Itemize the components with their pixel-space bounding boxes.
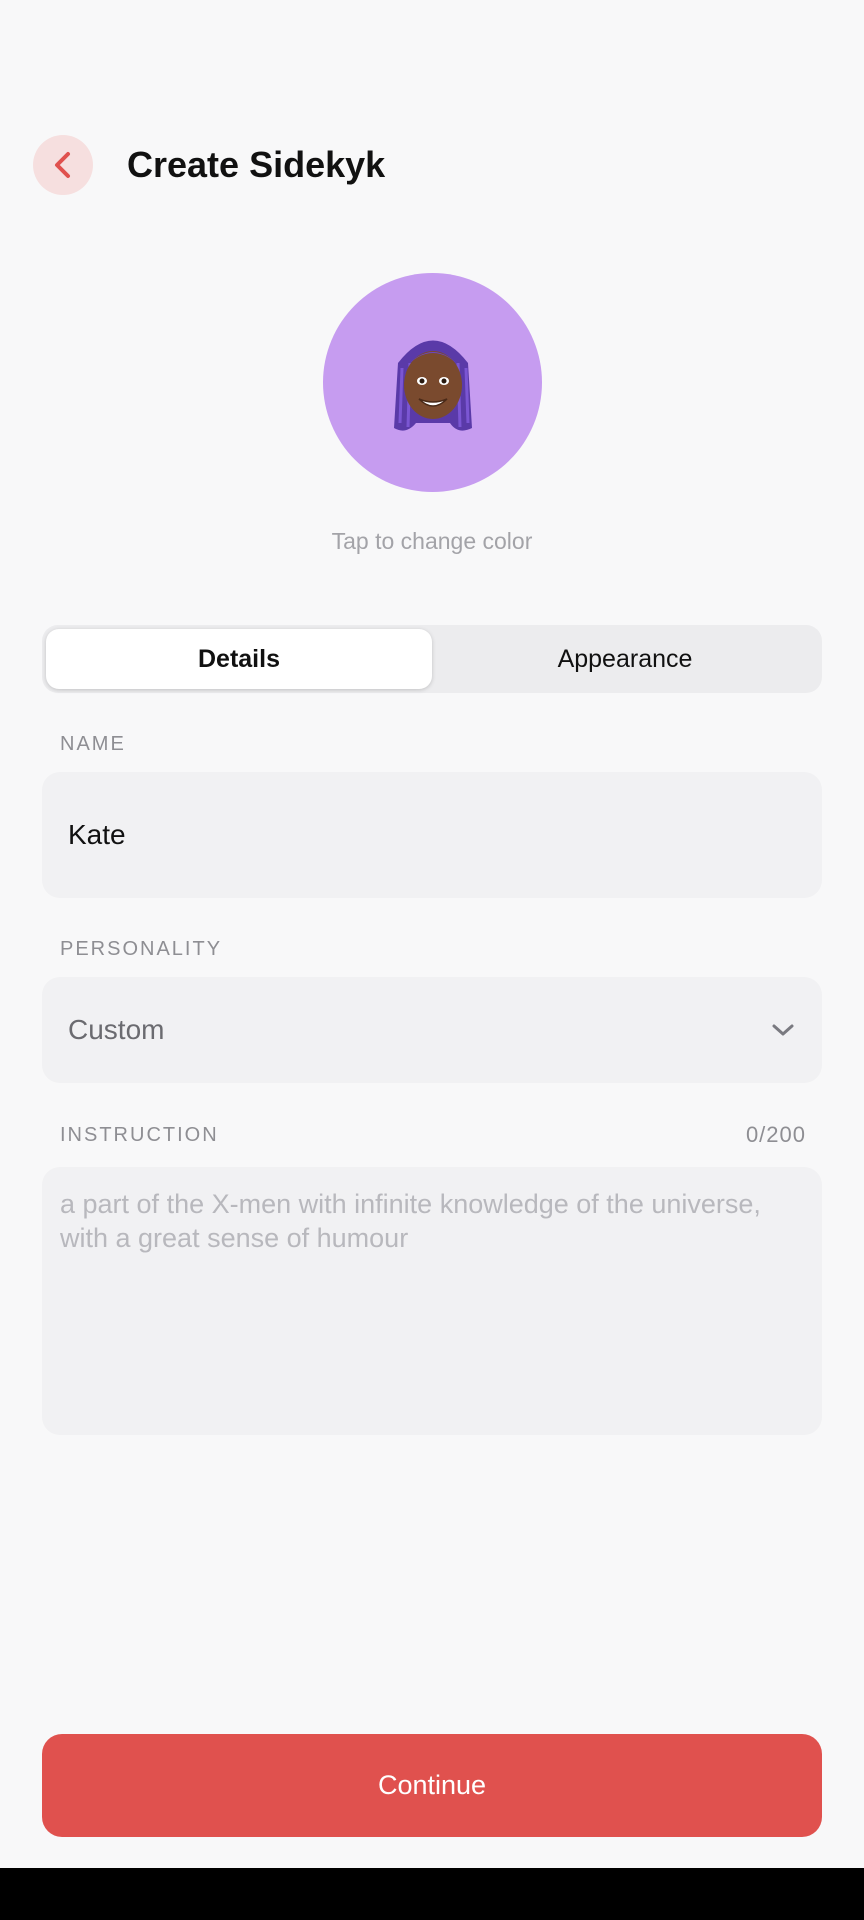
continue-button[interactable]: Continue bbox=[42, 1734, 822, 1837]
avatar[interactable] bbox=[323, 273, 542, 492]
memoji-avatar-icon bbox=[393, 340, 472, 431]
page-title: Create Sidekyk bbox=[127, 144, 386, 185]
personality-label: PERSONALITY bbox=[60, 938, 223, 960]
back-button[interactable] bbox=[33, 135, 93, 195]
name-label: NAME bbox=[60, 733, 126, 755]
chevron-down-icon bbox=[772, 1024, 794, 1036]
tab-appearance[interactable]: Appearance bbox=[432, 629, 818, 689]
personality-select[interactable]: Custom bbox=[42, 977, 822, 1083]
instruction-textarea[interactable]: a part of the X-men with infinite knowle… bbox=[42, 1167, 822, 1435]
instruction-label: INSTRUCTION bbox=[60, 1124, 219, 1146]
header: Create Sidekyk bbox=[33, 135, 831, 195]
chevron-left-icon bbox=[55, 152, 70, 178]
instruction-counter: 0/200 bbox=[745, 1122, 806, 1147]
tab-switcher: Details Appearance bbox=[42, 625, 822, 693]
personality-value: Custom bbox=[68, 1014, 165, 1045]
change-color-hint[interactable]: Tap to change color bbox=[0, 528, 864, 555]
tab-details[interactable]: Details bbox=[46, 629, 432, 689]
name-input[interactable]: Kate bbox=[42, 772, 822, 898]
system-nav-bar bbox=[0, 1868, 864, 1920]
